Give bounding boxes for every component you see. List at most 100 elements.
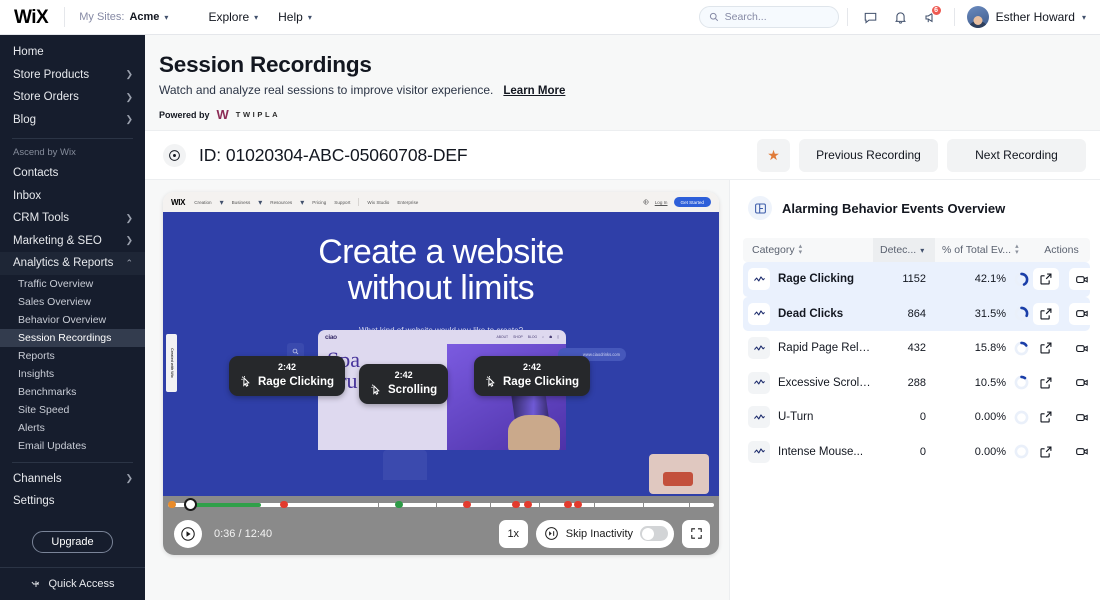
event-tooltip[interactable]: 2:42 Rage Clicking <box>229 356 345 396</box>
video-camera-icon[interactable] <box>1069 268 1095 290</box>
top-nav-item-help[interactable]: Help ▾ <box>278 10 312 24</box>
external-link-icon[interactable] <box>1033 441 1059 463</box>
quick-access-button[interactable]: Quick Access <box>0 567 145 600</box>
external-link-icon[interactable] <box>1033 406 1059 428</box>
sidebar-item-label: CRM Tools <box>13 212 125 224</box>
column-header-category[interactable]: Category ▴▾ <box>743 244 873 256</box>
upgrade-button[interactable]: Upgrade <box>32 531 112 553</box>
wix-logo[interactable]: WiX <box>14 8 64 27</box>
top-nav-item-explore[interactable]: Explore ▾ <box>208 10 258 24</box>
rage-click-icon <box>240 375 253 388</box>
timeline-event-marker-green[interactable] <box>395 501 403 508</box>
sidebar-item-blog[interactable]: Blog ❯ <box>0 109 145 132</box>
timeline-event-marker-red[interactable] <box>574 501 582 508</box>
cell-percent: 0.00% <box>935 444 1033 459</box>
bell-icon[interactable] <box>886 4 916 30</box>
next-recording-button[interactable]: Next Recording <box>947 139 1086 172</box>
skip-inactivity-toggle[interactable] <box>640 526 668 541</box>
sidebar-item-store-products[interactable]: Store Products ❯ <box>0 64 145 87</box>
sidebar-item-behavior-overview[interactable]: Behavior Overview <box>0 311 145 329</box>
table-row[interactable]: Excessive Scrolli...28810.5% <box>743 366 1090 401</box>
preview-inner-topbar: ciao ABOUT SHOP BLOG ⌕ ☗ ▯ <box>318 330 566 344</box>
external-link-icon[interactable] <box>1033 268 1059 290</box>
timeline-event-marker-red[interactable] <box>524 501 532 508</box>
sidebar-item-store-orders[interactable]: Store Orders ❯ <box>0 86 145 109</box>
sidebar-item-analytics-reports[interactable]: Analytics & Reports ⌃ <box>0 252 145 275</box>
sidebar-item-marketing-seo[interactable]: Marketing & SEO ❯ <box>0 230 145 253</box>
cell-actions <box>1033 372 1100 394</box>
event-tooltip[interactable]: 2:42 Scrolling <box>359 364 448 404</box>
cell-percent: 42.1% <box>935 272 1033 287</box>
preview-inner-nav: ABOUT SHOP BLOG ⌕ ☗ ▯ <box>496 335 559 339</box>
sidebar-item-crm-tools[interactable]: CRM Tools ❯ <box>0 207 145 230</box>
column-label: Category <box>752 244 795 256</box>
sidebar-item-contacts[interactable]: Contacts <box>0 162 145 185</box>
timeline-event-marker-red[interactable] <box>512 501 520 508</box>
external-link-icon[interactable] <box>1033 303 1059 325</box>
timeline-event-marker-red[interactable] <box>564 501 572 508</box>
previous-recording-button[interactable]: Previous Recording <box>799 139 938 172</box>
playback-speed-button[interactable]: 1x <box>499 520 528 548</box>
timeline-playhead[interactable] <box>184 498 197 511</box>
sidebar-item-site-speed[interactable]: Site Speed <box>0 401 145 419</box>
sidebar-item-alerts[interactable]: Alerts <box>0 419 145 437</box>
column-label: % of Total Ev... <box>942 244 1011 256</box>
search-input[interactable]: Search... <box>699 6 839 28</box>
play-button[interactable] <box>174 520 202 548</box>
sidebar-item-email-updates[interactable]: Email Updates <box>0 437 145 455</box>
video-camera-icon[interactable] <box>1069 303 1095 325</box>
external-link-icon[interactable] <box>1033 337 1059 359</box>
sidebar-item-benchmarks[interactable]: Benchmarks <box>0 383 145 401</box>
preview-site-topbar: WIX Creation ▾ Business ▾ Resources ▾ Pr… <box>163 192 719 212</box>
favorite-star-button[interactable]: ★ <box>757 139 790 172</box>
column-label: Actions <box>1044 244 1078 256</box>
sidebar-item-insights[interactable]: Insights <box>0 365 145 383</box>
video-camera-icon[interactable] <box>1069 337 1095 359</box>
sidebar-item-traffic-overview[interactable]: Traffic Overview <box>0 275 145 293</box>
sidebar-item-reports[interactable]: Reports <box>0 347 145 365</box>
sidebar-item-settings[interactable]: Settings <box>0 490 145 513</box>
sidebar-item-inbox[interactable]: Inbox <box>0 185 145 208</box>
sidebar-item-session-recordings[interactable]: Session Recordings <box>0 329 145 347</box>
timeline-event-marker-red[interactable] <box>280 501 288 508</box>
divider <box>954 8 955 26</box>
percent-label: 0.00% <box>975 411 1006 423</box>
table-row[interactable]: Dead Clicks86431.5% <box>743 297 1090 332</box>
event-tooltip[interactable]: 2:42 Rage Clicking <box>474 356 590 396</box>
chat-icon[interactable] <box>856 4 886 30</box>
my-sites-selector[interactable]: My Sites: Acme ▾ <box>65 11 182 23</box>
body: Home Store Products ❯ Store Orders ❯ Blo… <box>0 35 1100 600</box>
preview-nav-item: Wix Studio <box>367 200 389 205</box>
external-link-icon[interactable] <box>1033 372 1059 394</box>
user-menu[interactable]: Esther Howard ▾ <box>963 6 1086 28</box>
column-header-detections[interactable]: Detec... ▾ <box>873 238 935 262</box>
cell-category: U-Turn <box>743 406 873 428</box>
sidebar-item-label: Marketing & SEO <box>13 235 125 247</box>
cell-category: Intense Mouse... <box>743 441 873 463</box>
table-row[interactable]: Intense Mouse...00.00% <box>743 435 1090 470</box>
recording-target-icon[interactable] <box>163 144 186 167</box>
player-timeline[interactable] <box>163 496 719 512</box>
table-row[interactable]: Rapid Page Relo...43215.8% <box>743 331 1090 366</box>
fullscreen-button[interactable] <box>682 520 710 548</box>
video-camera-icon[interactable] <box>1069 406 1095 428</box>
cell-detections: 864 <box>873 308 935 320</box>
timeline-track[interactable] <box>168 503 714 507</box>
cell-percent: 15.8% <box>935 341 1033 356</box>
announcements-icon[interactable]: 6 <box>916 4 946 30</box>
sidebar-item-channels[interactable]: Channels ❯ <box>0 468 145 491</box>
video-camera-icon[interactable] <box>1069 372 1095 394</box>
learn-more-link[interactable]: Learn More <box>503 85 565 97</box>
skip-inactivity-control[interactable]: Skip Inactivity <box>536 520 674 548</box>
timeline-start-marker <box>168 501 176 508</box>
sidebar-item-sales-overview[interactable]: Sales Overview <box>0 293 145 311</box>
video-camera-icon[interactable] <box>1069 441 1095 463</box>
table-row[interactable]: Rage Clicking115242.1% <box>743 262 1090 297</box>
column-header-percent[interactable]: % of Total Ev... ▴▾ <box>935 244 1033 256</box>
sidebar-item-home[interactable]: Home <box>0 41 145 64</box>
preview-nav-item: Enterprise <box>397 200 418 205</box>
quick-access-label: Quick Access <box>48 578 114 590</box>
sidebar-item-label: Channels <box>13 473 125 485</box>
timeline-event-marker-red[interactable] <box>463 501 471 508</box>
table-row[interactable]: U-Turn00.00% <box>743 400 1090 435</box>
